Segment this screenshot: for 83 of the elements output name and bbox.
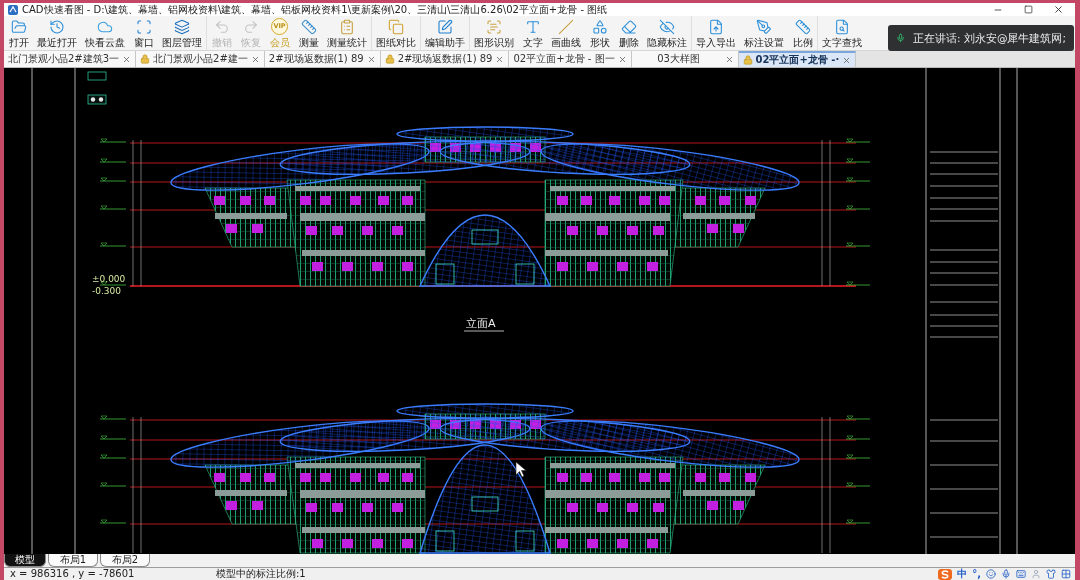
frame-icon [135,18,152,35]
toolbar-button[interactable]: 标注设置 [740,16,788,50]
lock-icon [384,54,395,64]
lock-icon [140,54,151,64]
close-icon[interactable] [250,54,260,64]
edit-icon [437,18,453,35]
toolbar-button[interactable]: 隐藏标注 [643,16,691,50]
punctuation-indicator[interactable]: °, [972,568,981,580]
clipboard-icon [339,18,355,35]
close-icon[interactable] [724,54,734,64]
grid-icon[interactable] [1061,569,1071,579]
folder-icon [10,18,27,35]
close-icon[interactable] [495,54,505,64]
document-tab[interactable]: 北门景观小品2#建筑3一 [4,51,137,67]
document-tab[interactable]: 02平立面+龙骨 -· [738,51,857,67]
toolbar-button[interactable]: 打开 [4,16,33,50]
layout-tab[interactable]: 布局1 [48,554,98,567]
document-tab[interactable]: 03大样图 [631,51,739,67]
person-icon[interactable] [1031,569,1041,579]
close-icon[interactable] [366,54,376,64]
toolbar-button[interactable]: 导入导出 [692,16,740,50]
maximize-button[interactable] [1021,3,1035,16]
toolbar-button[interactable]: 图层管理 [158,16,206,50]
layers-icon [174,18,190,35]
legend-swatch-icon [87,71,107,81]
copy-icon [388,18,404,35]
lock-icon [742,55,753,65]
file-export-icon [708,18,724,35]
toolbar-button[interactable]: 图纸对比 [372,16,420,50]
legend-swatch-icon [87,94,107,105]
toolbar-button[interactable]: 形状 [585,16,614,50]
toolbar-button[interactable]: 测量统计 [323,16,371,50]
keyboard-icon[interactable] [1016,569,1026,579]
logo-icon[interactable] [938,568,953,580]
toolbar-button[interactable]: 快看云盘 [81,16,129,50]
eye-slash-icon [659,18,675,35]
toolbar-button[interactable]: 窗口 [129,16,158,50]
redo-icon [242,18,259,35]
elevation-label: -0.300 [92,286,121,296]
ruler-icon [794,18,811,35]
toolbar-button[interactable]: 图形识别 [470,16,518,50]
toolbar-button[interactable]: 编辑助手 [421,16,469,50]
toolbar-button[interactable]: 画曲线 [547,16,585,50]
shirt-icon[interactable] [1046,569,1056,579]
pen-icon [756,18,772,35]
microphone-icon [896,32,906,44]
ime-language-indicator[interactable]: 中 [957,568,968,580]
elevation-label: ±0.000 [92,274,126,284]
drawing-canvas[interactable]: ±0.000 -0.300 立面A [4,68,1075,554]
speaker-text: 正在讲话: 刘永安@犀牛建筑网; [913,31,1066,45]
document-tab[interactable]: 2#现场返数据(1) 89 [380,51,510,67]
toolbar-button[interactable]: 测量 [294,16,323,50]
maximize-icon [1023,5,1033,14]
picture-icon [486,18,502,35]
toolbar-button[interactable]: 比例 [788,16,817,50]
document-tab[interactable]: 02平立面+龙骨 - 图一 [509,51,632,67]
eraser-icon [620,18,637,35]
close-icon[interactable] [842,55,852,65]
text-icon [524,18,541,35]
close-icon[interactable] [617,54,627,64]
ruler-icon [300,18,317,35]
toolbar-button[interactable]: 最近打开 [33,16,81,50]
microphone-icon[interactable] [1001,569,1011,579]
toolbar-button[interactable]: 文字查找 [818,16,866,50]
line-icon [558,18,574,35]
close-icon[interactable] [122,54,132,64]
file-search-icon [834,18,850,35]
close-icon [1052,4,1064,15]
document-tab[interactable]: 北门景观小品2#建一 [136,51,265,67]
annotation-scale-text: 模型中的标注比例:1 [216,568,306,580]
document-tab[interactable]: 2#现场返数据(1) 89 [264,51,381,67]
window-title: CAD快速看图 - D:\建筑、幕墙、铝网校资料\建筑、幕墙、铝板网校资料1\更新案例\20、三清山\三清山6.26\02平立面+龙骨 - 图纸 [22,3,608,16]
layout-tab[interactable]: 布局2 [100,554,150,567]
layout-tab[interactable]: 模型 [4,554,46,567]
coordinates-text: x = 986316 , y = -78601 [9,568,136,580]
smiley-icon[interactable] [986,569,996,579]
view-title: 立面A [466,317,496,330]
shapes-icon [591,18,608,35]
toolbar-button[interactable]: 删除 [614,16,643,50]
pointer-icon [515,461,527,478]
undo-icon [213,18,230,35]
toolbar-button[interactable]: 文字 [518,16,547,50]
clock-icon [49,18,65,35]
